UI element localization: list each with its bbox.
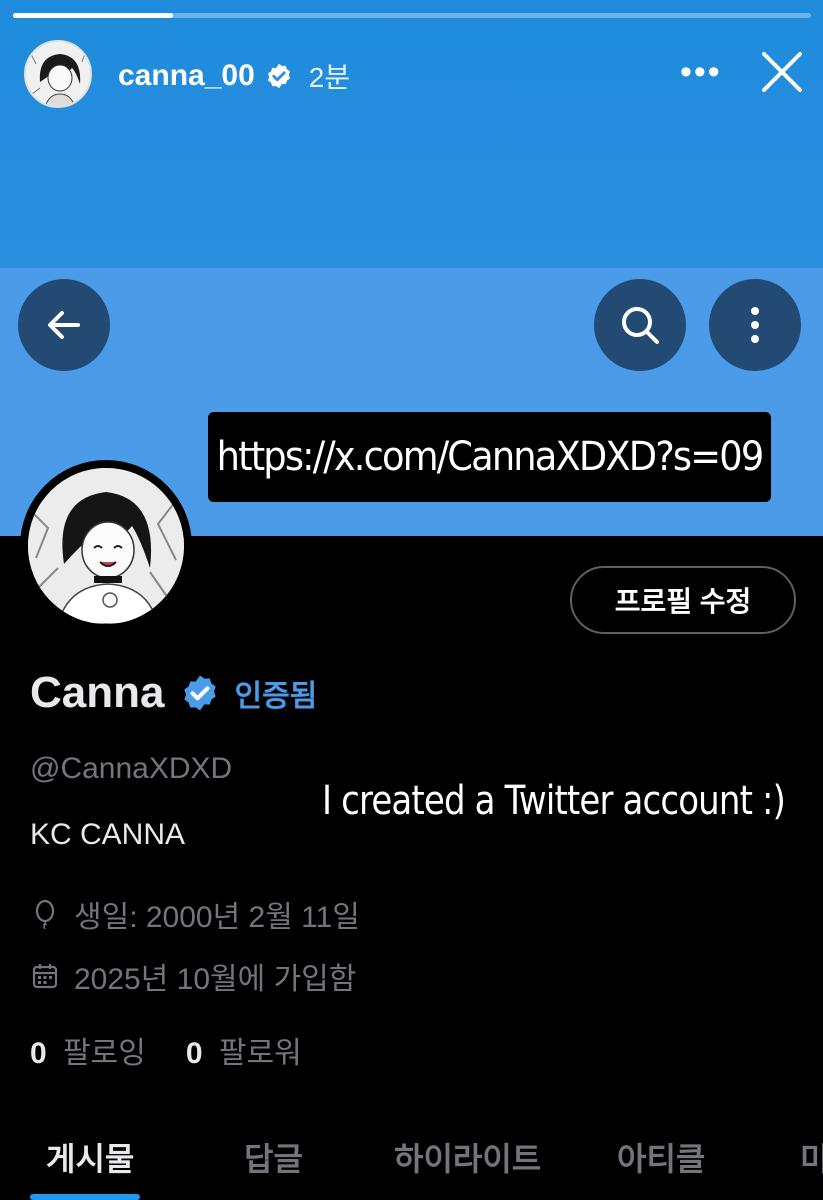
story-progress-fill (13, 13, 173, 18)
more-options-button[interactable] (709, 279, 801, 371)
caption-sticker: I created a Twitter account :) (322, 778, 786, 824)
verified-icon (267, 63, 290, 89)
tab-highlights[interactable]: 하이라이트 (394, 1134, 541, 1180)
url-sticker[interactable]: https://x.com/CannaXDXD?s=09 (208, 412, 772, 502)
tab-replies[interactable]: 답글 (244, 1134, 303, 1180)
profile-bio: KC CANNA (30, 818, 186, 851)
birthday-row: 생일: 2000년 2월 11일 (30, 892, 360, 936)
following-label: 팔로잉 (63, 1037, 146, 1070)
tab-media[interactable]: 미 (800, 1134, 823, 1180)
profile-tabs: 게시물 답글 하이라이트 아티클 미 (0, 1118, 823, 1200)
active-tab-indicator (30, 1194, 140, 1200)
joined-text: 2025년 10월에 가입함 (74, 963, 357, 996)
tab-posts[interactable]: 게시물 (46, 1134, 134, 1180)
followers-link[interactable]: 0 팔로워 (186, 1028, 302, 1072)
followers-label: 팔로워 (218, 1037, 302, 1070)
story-avatar[interactable] (24, 40, 92, 108)
back-button[interactable] (18, 279, 110, 371)
vertical-dots-icon (751, 307, 759, 343)
display-name: Canna (30, 668, 165, 717)
back-arrow-icon (48, 311, 80, 339)
story-header-area: canna_00 2분 ••• (0, 0, 823, 268)
follow-stats: 0 팔로잉 0 팔로워 (30, 1028, 302, 1072)
following-link[interactable]: 0 팔로잉 (30, 1028, 146, 1072)
search-button[interactable] (594, 279, 686, 371)
story-progress-bar (13, 13, 811, 18)
close-icon[interactable] (760, 50, 804, 94)
verified-badge-icon[interactable] (180, 673, 220, 713)
balloon-icon (35, 899, 55, 929)
birthday-text: 생일: 2000년 2월 11일 (74, 901, 360, 934)
edit-profile-button[interactable]: 프로필 수정 (570, 566, 796, 634)
story-time: 2분 (308, 62, 351, 93)
profile-avatar[interactable] (20, 460, 192, 632)
profile-handle: @CannaXDXD (30, 752, 233, 785)
followers-count: 0 (185, 1037, 203, 1070)
joined-row: 2025년 10월에 가입함 (30, 954, 356, 998)
following-count: 0 (30, 1037, 47, 1070)
more-dots-icon[interactable]: ••• (680, 55, 722, 89)
story-username[interactable]: canna_00 (118, 59, 255, 93)
calendar-icon (32, 964, 58, 989)
search-icon (622, 307, 659, 344)
story-user-info[interactable]: canna_00 2분 (118, 56, 350, 96)
profile-name-row: Canna 인증됨 (30, 668, 317, 718)
verified-label[interactable]: 인증됨 (234, 671, 317, 715)
tab-articles[interactable]: 아티클 (617, 1134, 705, 1180)
